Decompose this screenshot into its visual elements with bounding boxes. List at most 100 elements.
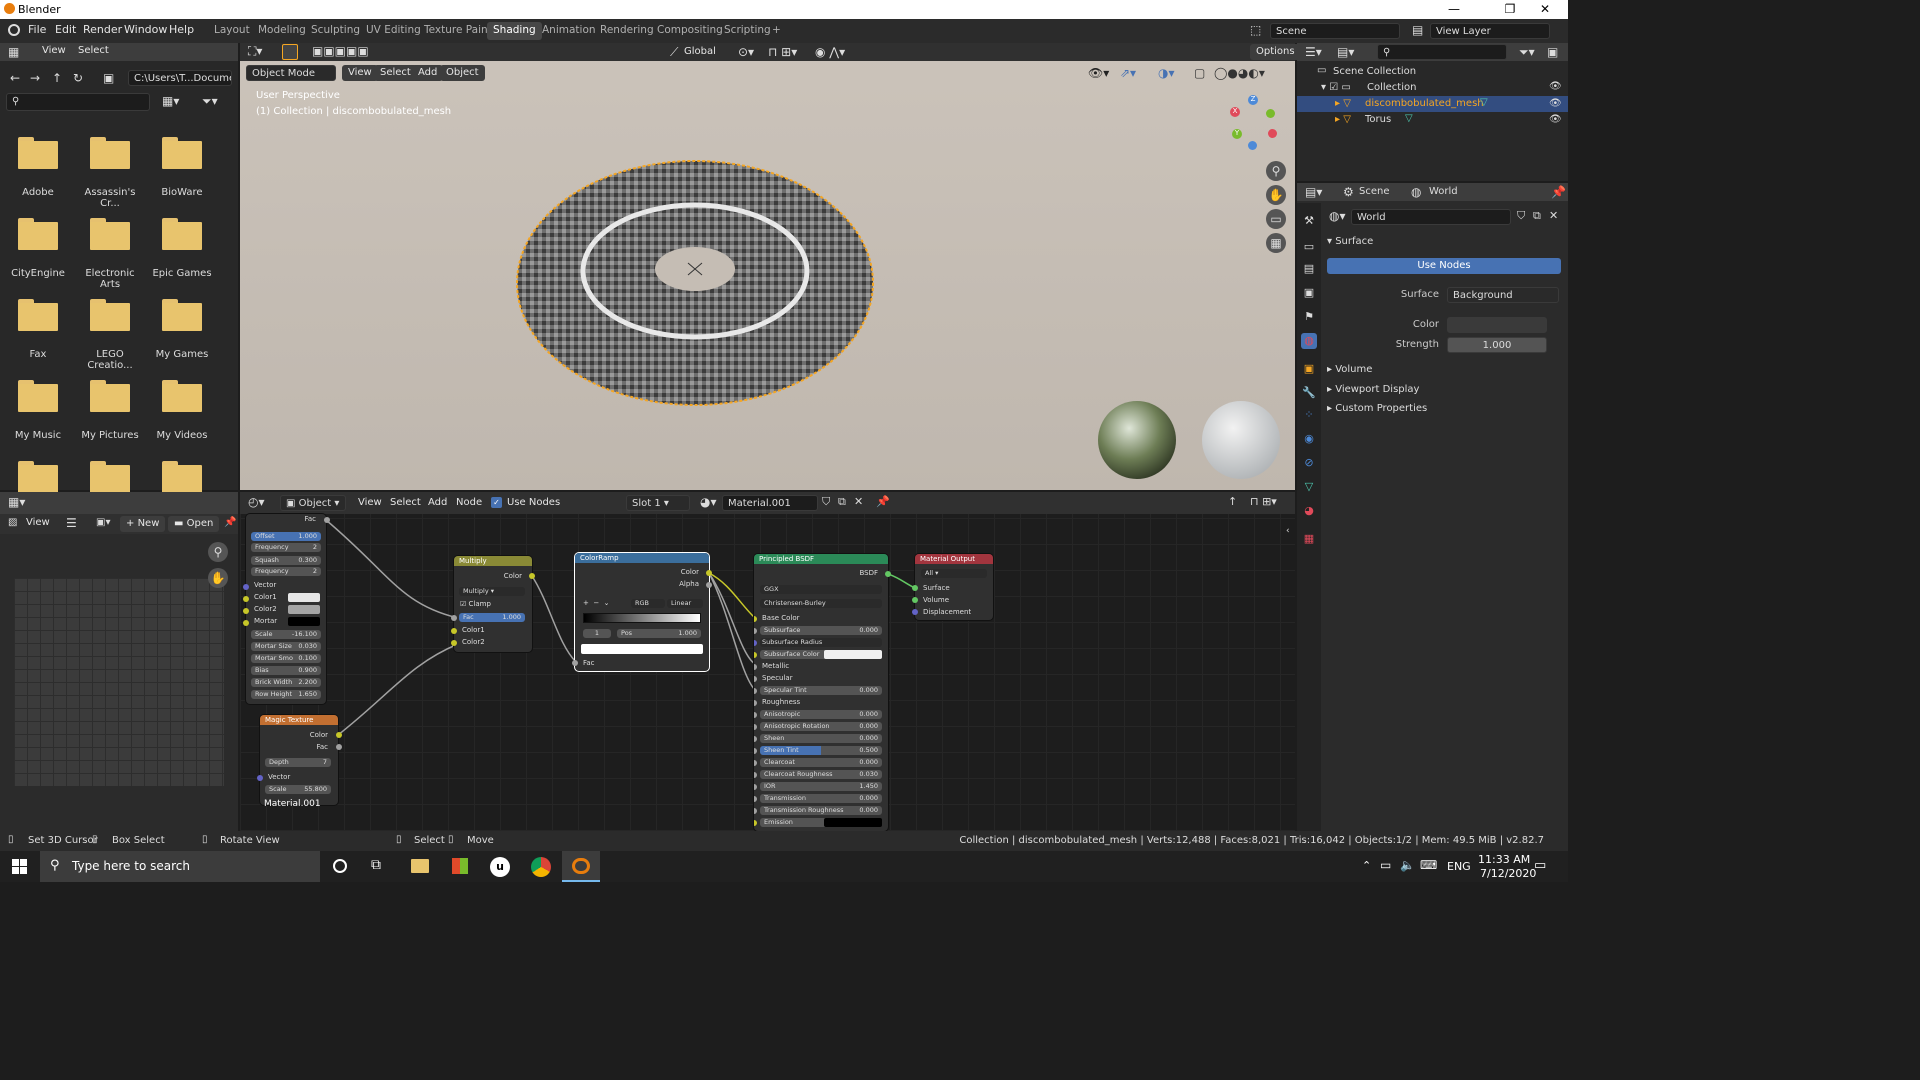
bsdf-sss-method-dropdown[interactable]: Christensen-Burley: [760, 599, 882, 608]
folder-label[interactable]: LEGO Creatio...: [74, 349, 146, 371]
folder-icon[interactable]: [162, 299, 202, 331]
file-search-input[interactable]: ⚲: [6, 93, 150, 111]
minimize-button[interactable]: —: [1431, 0, 1477, 19]
folder-icon[interactable]: [90, 137, 130, 169]
brick-texture-node[interactable]: Fac Offset 1.000 Frequency 2 Squash 0.300 F…: [246, 514, 326, 704]
bsdf-color-swatch[interactable]: [824, 818, 882, 827]
new-collection-icon[interactable]: ▣: [1547, 45, 1558, 59]
use-nodes-button[interactable]: Use Nodes: [1327, 258, 1561, 274]
bsdf-input-row[interactable]: Anisotropic Rotation 0.000: [760, 722, 882, 731]
multiply-fac-field[interactable]: Fac 1.000: [459, 613, 525, 622]
blender-taskbar-button[interactable]: [562, 851, 600, 882]
folder-label[interactable]: Fax: [2, 349, 74, 360]
folder-icon[interactable]: [18, 218, 58, 250]
task-view-icon[interactable]: ⧉: [371, 857, 381, 873]
brick-scale-field[interactable]: Scale -16.100: [251, 630, 321, 639]
bsdf-node-header[interactable]: Principled BSDF: [754, 554, 888, 564]
output-volume-socket[interactable]: [912, 597, 918, 603]
brick-row-height-field[interactable]: Row Height 1.650: [251, 690, 321, 699]
strength-field[interactable]: 1.000: [1447, 337, 1547, 353]
pin-icon[interactable]: 📌: [224, 517, 236, 528]
surface-panel-header[interactable]: ▾ Surface: [1327, 236, 1373, 247]
node-add-menu[interactable]: Add: [428, 497, 447, 508]
bsdf-input-socket[interactable]: [754, 676, 757, 682]
multiply-fac-socket[interactable]: [451, 615, 457, 621]
bsdf-input-socket[interactable]: [754, 688, 757, 694]
bsdf-input-row[interactable]: Anisotropic 0.000: [760, 710, 882, 719]
view-layer-tab-icon[interactable]: ▣: [1301, 285, 1317, 301]
tab-texture-paint[interactable]: Texture Paint: [418, 22, 498, 40]
eye-icon[interactable]: 👁: [1549, 81, 1562, 92]
scene-tab-icon[interactable]: ⚑: [1301, 309, 1317, 325]
material-output-node[interactable]: Material Output All ▾ Surface Volume Dis…: [915, 554, 993, 620]
menu-edit[interactable]: Edit: [55, 23, 76, 36]
snap-icon[interactable]: ⊓ ⊞▾: [768, 45, 797, 59]
multiply-node-header[interactable]: Multiply: [454, 556, 532, 566]
bsdf-input-socket[interactable]: [754, 712, 757, 718]
pin-icon[interactable]: 📌: [876, 495, 890, 508]
multiply-op-dropdown[interactable]: Multiply ▾: [459, 587, 525, 596]
brick-offset-field[interactable]: Offset 1.000: [251, 532, 321, 541]
navigation-gizmo[interactable]: X Z Y: [1224, 95, 1284, 155]
folder-label[interactable]: Electronic Arts: [74, 268, 146, 290]
magic-texture-node[interactable]: Magic Texture Color Fac Depth 7 Vector Sc…: [260, 715, 338, 805]
fake-user-icon[interactable]: ⛉: [1517, 209, 1525, 223]
select-tool-icon[interactable]: [282, 44, 298, 60]
tab-uv-editing[interactable]: UV Editing: [360, 22, 427, 40]
multiply-color-out-socket[interactable]: [529, 573, 535, 579]
brick-vector-socket[interactable]: [243, 584, 249, 590]
folder-label[interactable]: My Videos: [146, 430, 218, 441]
image-view-menu[interactable]: View: [26, 517, 50, 528]
folder-icon[interactable]: [90, 461, 130, 493]
folder-label[interactable]: BioWare: [146, 187, 218, 198]
magic-vector-socket[interactable]: [257, 775, 263, 781]
multiply-color2-socket[interactable]: [451, 640, 457, 646]
bsdf-input-row[interactable]: IOR 1.450: [760, 782, 882, 791]
output-tab-icon[interactable]: ▤: [1301, 261, 1317, 277]
colorramp-index-field[interactable]: 1: [583, 629, 611, 638]
bsdf-distribution-dropdown[interactable]: GGX: [760, 585, 882, 594]
folder-label[interactable]: Adobe: [2, 187, 74, 198]
fake-user-icon[interactable]: ⛉: [822, 495, 830, 509]
bsdf-input-row[interactable]: Clearcoat Roughness 0.030: [760, 770, 882, 779]
texture-tab-icon[interactable]: ▦: [1301, 531, 1317, 547]
image-browse-icon[interactable]: ▣▾: [96, 517, 110, 528]
new-folder-icon[interactable]: ▣: [103, 71, 114, 85]
language-indicator[interactable]: ENG: [1447, 860, 1471, 873]
bsdf-input-socket[interactable]: [754, 664, 757, 670]
outliner-editor-icon[interactable]: ☰▾: [1305, 45, 1322, 59]
file-select-menu[interactable]: Select: [78, 45, 109, 56]
brick-color2-socket[interactable]: [243, 608, 249, 614]
keyboard-icon[interactable]: ⌨: [1420, 858, 1437, 872]
bsdf-input-row[interactable]: Clearcoat 0.000: [760, 758, 882, 767]
magic-depth-field[interactable]: Depth 7: [265, 758, 331, 767]
close-button[interactable]: ✕: [1522, 0, 1568, 19]
bsdf-input-row[interactable]: Roughness: [760, 698, 800, 706]
bsdf-input-row[interactable]: Specular: [760, 674, 793, 682]
shader-type-dropdown[interactable]: ▣ Object ▾: [280, 495, 346, 511]
folder-icon[interactable]: [18, 137, 58, 169]
taskbar-search-box[interactable]: ⚲ Type here to search: [40, 851, 320, 882]
colorramp-alpha-socket[interactable]: [706, 582, 712, 588]
display-mode-icon[interactable]: ▤▾: [1337, 45, 1354, 59]
filter-icon[interactable]: ⏷▾: [202, 94, 218, 109]
properties-editor-icon[interactable]: ▤▾: [1305, 185, 1322, 199]
brick-mortar-socket[interactable]: [243, 620, 249, 626]
brick-color1-swatch[interactable]: [288, 593, 320, 602]
uv-grid-canvas[interactable]: [14, 578, 224, 786]
menu-help[interactable]: Help: [169, 23, 194, 36]
magic-node-header[interactable]: Magic Texture: [260, 715, 338, 725]
discombobulated-mesh[interactable]: [510, 153, 880, 413]
pivot-icon[interactable]: ⊙▾: [738, 45, 754, 59]
bsdf-input-socket[interactable]: [754, 640, 757, 646]
camera-view-icon[interactable]: ▭: [1266, 209, 1286, 229]
brick-mortar-swatch[interactable]: [288, 617, 320, 626]
magic-color-socket[interactable]: [336, 732, 342, 738]
outliner-item-mesh[interactable]: discombobulated_mesh: [1365, 98, 1484, 109]
output-target-dropdown[interactable]: All ▾: [921, 569, 987, 578]
file-explorer-icon[interactable]: [411, 859, 429, 873]
bsdf-input-socket[interactable]: [754, 700, 757, 706]
colorramp-node-header[interactable]: ColorRamp: [575, 553, 709, 563]
viewport-view-menu[interactable]: View: [342, 65, 378, 81]
parent-dir-icon[interactable]: ↑: [52, 71, 62, 85]
